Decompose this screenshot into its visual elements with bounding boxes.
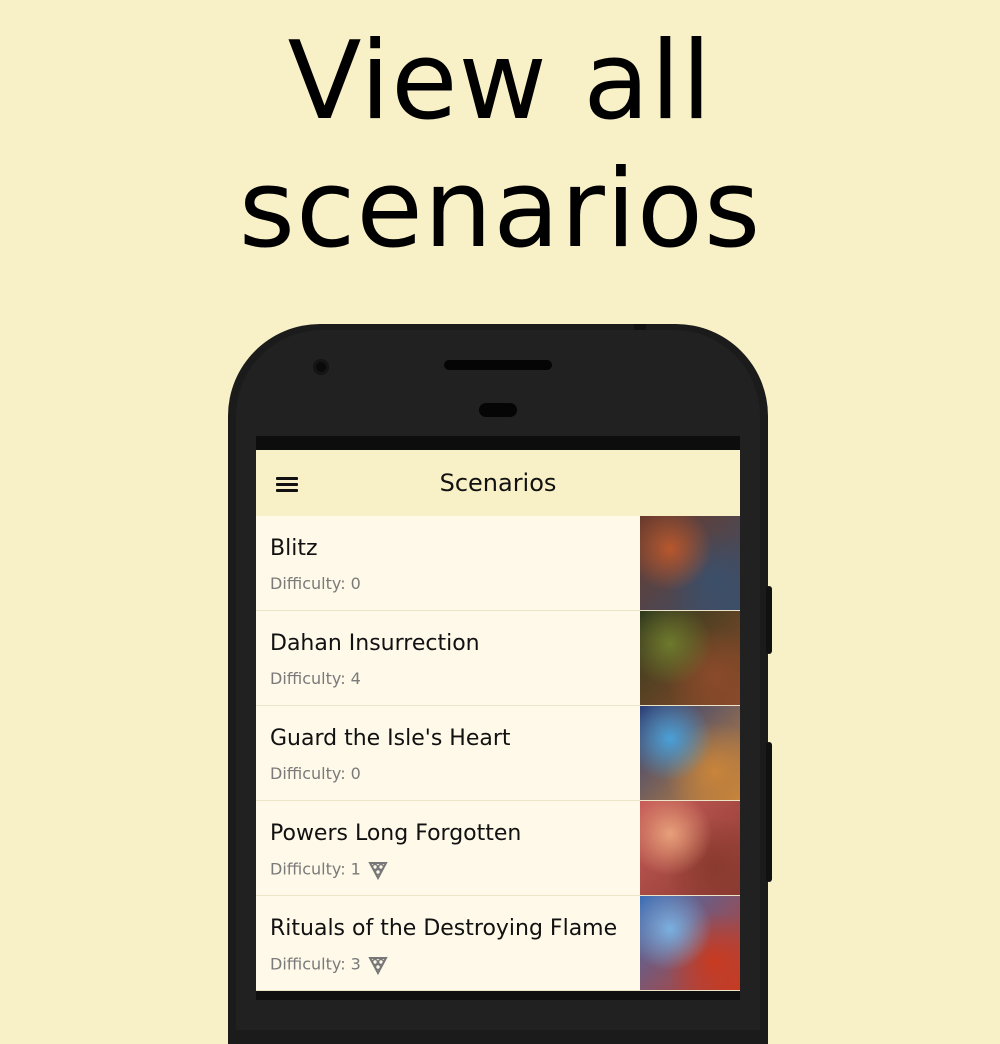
scenario-thumbnail [640, 801, 740, 895]
phone-sensor [479, 403, 517, 417]
status-bar [256, 436, 740, 450]
scenario-difficulty: Difficulty: 0 [270, 764, 361, 783]
headline-line-2: scenarios [238, 147, 762, 272]
expansion-icon [368, 862, 388, 881]
scenario-thumbnail [640, 896, 740, 990]
headline: View all scenarios [0, 18, 1000, 274]
volume-button [766, 742, 772, 882]
scenario-row[interactable]: Blitz Difficulty: 0 [256, 516, 740, 611]
scenario-row[interactable]: Rituals of the Destroying Flame Difficult… [256, 896, 740, 991]
scenario-name: Powers Long Forgotten [270, 821, 522, 846]
difficulty-label: Difficulty: 0 [270, 764, 361, 783]
app-bar-title: Scenarios [439, 469, 557, 497]
scenario-name: Guard the Isle's Heart [270, 726, 511, 751]
difficulty-label: Difficulty: 0 [270, 574, 361, 593]
scenario-name: Dahan Insurrection [270, 631, 480, 656]
scenario-thumbnail [640, 611, 740, 705]
scenario-thumbnail [640, 516, 740, 610]
scenario-list: Blitz Difficulty: 0 Dahan Insurrection Diff… [256, 516, 740, 991]
scenario-row[interactable]: Guard the Isle's Heart Difficulty: 0 [256, 706, 740, 801]
scenario-difficulty: Difficulty: 3 [270, 954, 389, 976]
app-bar: Scenarios [256, 450, 740, 516]
scenario-difficulty: Difficulty: 1 [270, 859, 389, 881]
headline-line-1: View all [287, 19, 713, 144]
phone-screen: Scenarios Blitz Difficulty: 0 Dahan Insurr… [256, 436, 740, 1000]
scenario-row[interactable]: Dahan Insurrection Difficulty: 4 [256, 611, 740, 706]
scenario-difficulty: Difficulty: 0 [270, 574, 361, 593]
phone-speaker [444, 360, 552, 370]
scenario-thumbnail [640, 706, 740, 800]
power-button [766, 586, 772, 654]
front-camera-icon [313, 359, 329, 375]
difficulty-label: Difficulty: 3 [270, 954, 361, 974]
scenario-name: Blitz [270, 536, 318, 561]
scenario-name: Rituals of the Destroying Flame [270, 916, 618, 941]
scenario-row[interactable]: Powers Long Forgotten Difficulty: 1 [256, 801, 740, 896]
expansion-icon [368, 957, 388, 976]
difficulty-label: Difficulty: 1 [270, 859, 361, 879]
difficulty-label: Difficulty: 4 [270, 669, 361, 688]
phone-top-notch [634, 324, 646, 330]
scenario-difficulty: Difficulty: 4 [270, 669, 361, 688]
